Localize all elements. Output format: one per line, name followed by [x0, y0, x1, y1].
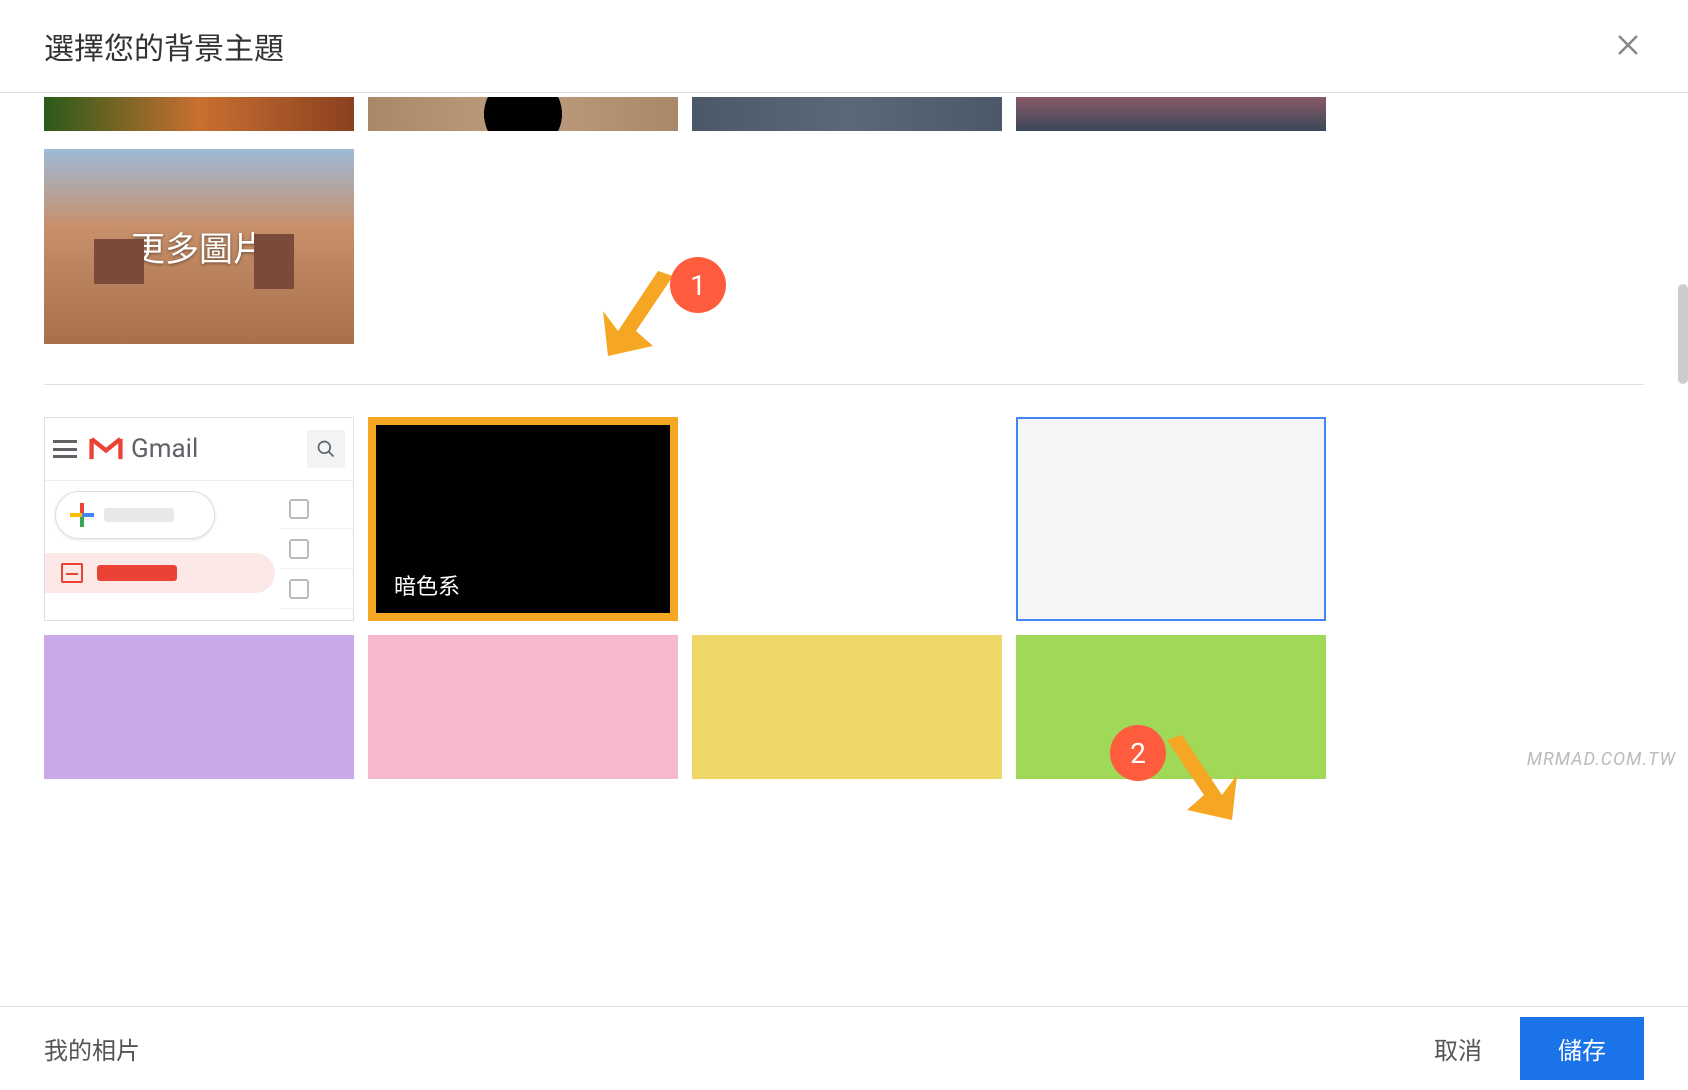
- compose-placeholder: [104, 508, 174, 522]
- theme-blue-tile[interactable]: [692, 417, 1002, 621]
- search-box: [307, 430, 345, 468]
- gmail-text: Gmail: [131, 434, 198, 464]
- inbox-item: [45, 553, 275, 593]
- footer-actions: 取消 儲存: [1420, 1017, 1644, 1080]
- image-theme-tile[interactable]: [692, 97, 1002, 131]
- theme-dark-label: 暗色系: [394, 569, 460, 601]
- image-theme-tile[interactable]: [368, 97, 678, 131]
- theme-purple-tile[interactable]: [44, 635, 354, 779]
- mesa-decoration: [94, 239, 144, 284]
- checkbox-icon: [289, 579, 309, 599]
- close-icon: [1616, 33, 1640, 57]
- gmail-preview-tile[interactable]: Gmail: [44, 417, 354, 621]
- theme-pink-tile[interactable]: [368, 635, 678, 779]
- arrow-icon: [588, 261, 678, 361]
- gmail-sidebar: [45, 481, 281, 617]
- dialog-footer: 我的相片 取消 儲存: [0, 1006, 1688, 1090]
- image-theme-tile[interactable]: [1016, 97, 1326, 131]
- image-theme-tile[interactable]: [44, 97, 354, 131]
- cancel-button[interactable]: 取消: [1420, 1021, 1496, 1076]
- more-images-tile[interactable]: 更多圖片: [44, 149, 354, 344]
- checkbox-icon: [289, 539, 309, 559]
- theme-row-2: [44, 635, 1644, 779]
- more-images-label: 更多圖片: [131, 222, 267, 271]
- search-icon: [316, 439, 336, 459]
- theme-row-1: Gmail: [44, 417, 1644, 621]
- scrollbar[interactable]: [1678, 284, 1688, 384]
- inbox-icon: [61, 563, 83, 583]
- close-button[interactable]: [1612, 26, 1644, 66]
- mesa-decoration: [254, 234, 294, 289]
- list-row: [281, 489, 353, 529]
- theme-green-tile[interactable]: [1016, 635, 1326, 779]
- gmail-body: [45, 481, 353, 617]
- theme-dark-tile[interactable]: 暗色系: [368, 417, 678, 621]
- dialog-header: 選擇您的背景主題: [0, 0, 1688, 93]
- theme-yellow-tile[interactable]: [692, 635, 1002, 779]
- compose-button: [55, 491, 215, 539]
- plus-icon: [70, 503, 94, 527]
- inbox-placeholder: [97, 565, 177, 581]
- gmail-topbar: Gmail: [45, 418, 353, 481]
- step-badge-1: 1: [670, 257, 726, 313]
- theme-white-tile[interactable]: [1016, 417, 1326, 621]
- list-row: [281, 569, 353, 609]
- image-theme-row: [44, 97, 1644, 131]
- dialog-title: 選擇您的背景主題: [44, 24, 284, 68]
- list-row: [281, 529, 353, 569]
- checkbox-icon: [289, 499, 309, 519]
- my-photos-link[interactable]: 我的相片: [44, 1031, 140, 1066]
- watermark: MRMAD.COM.TW: [1527, 749, 1676, 770]
- gmail-list: [281, 481, 353, 617]
- gmail-m-icon: [87, 436, 125, 462]
- content-area: 更多圖片 Gmail: [0, 93, 1688, 1013]
- gmail-logo: Gmail: [87, 434, 198, 464]
- save-button[interactable]: 儲存: [1520, 1017, 1644, 1080]
- annotation-step-1: 1: [588, 261, 726, 361]
- menu-icon: [53, 440, 77, 458]
- section-divider: [44, 384, 1644, 385]
